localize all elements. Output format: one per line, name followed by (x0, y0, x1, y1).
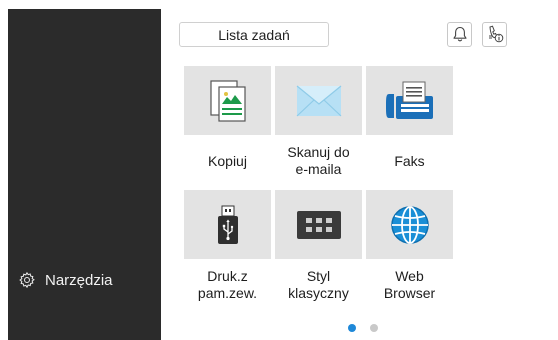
page-indicator-dot[interactable] (370, 324, 378, 332)
sidebar: Narzędzia (8, 9, 161, 340)
tools-label: Narzędzia (45, 271, 113, 289)
notification-button[interactable] (447, 22, 472, 47)
envelope-icon (296, 85, 341, 116)
tile-scan-art (275, 66, 362, 135)
tile-browser-label: Web Browser (360, 264, 459, 306)
keypad-icon (296, 210, 341, 239)
device-info-icon (488, 25, 503, 43)
tile-usb-label: Druk.z pam.zew. (178, 264, 277, 306)
tile-copy-text: Kopiuj (208, 152, 247, 169)
tile-fax-label: Faks (360, 140, 459, 182)
tile-usb-art (184, 190, 271, 259)
tile-web-browser[interactable]: Web Browser (366, 190, 453, 310)
tile-scan-text: Skanuj do e-maila (287, 144, 350, 177)
job-list-label: Lista zadań (218, 26, 290, 43)
tile-classic-label: Styl klasyczny (269, 264, 368, 306)
tile-scan-label: Skanuj do e-maila (269, 140, 368, 182)
bell-icon (452, 26, 467, 42)
tile-classic-text: Styl klasyczny (288, 268, 349, 301)
tile-usb-text: Druk.z pam.zew. (197, 268, 258, 301)
gear-icon (19, 271, 35, 289)
fax-icon (385, 81, 433, 119)
copy-icon (209, 79, 246, 122)
tile-classic-art (275, 190, 362, 259)
tile-fax-art (366, 66, 453, 135)
tile-print-external-memory[interactable]: Druk.z pam.zew. (184, 190, 271, 310)
tile-copy[interactable]: Kopiuj (184, 66, 271, 186)
tile-browser-text: Web Browser (383, 268, 436, 301)
page-indicator-dot-active[interactable] (348, 324, 356, 332)
tile-fax-text: Faks (394, 152, 425, 169)
tile-fax[interactable]: Faks (366, 66, 453, 186)
usb-drive-icon (217, 205, 238, 244)
job-list-button[interactable]: Lista zadań (179, 22, 329, 47)
tile-scan-to-email[interactable]: Skanuj do e-maila (275, 66, 362, 186)
tile-classic-style[interactable]: Styl klasyczny (275, 190, 362, 310)
device-info-button[interactable] (482, 22, 507, 47)
tile-copy-art (184, 66, 271, 135)
tile-browser-art (366, 190, 453, 259)
tools-button[interactable]: Narzędzia (18, 271, 113, 289)
globe-icon (390, 205, 429, 244)
tile-copy-label: Kopiuj (178, 140, 277, 182)
